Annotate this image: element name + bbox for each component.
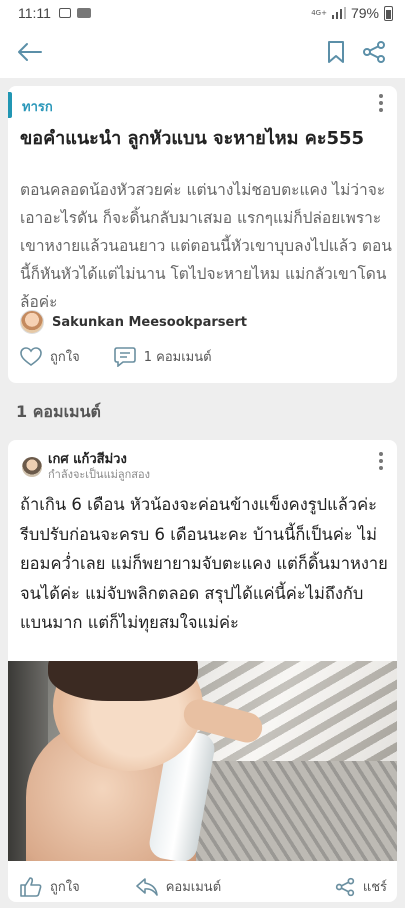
comment-more-button[interactable]: [371, 450, 391, 472]
comment-actions: ถูกใจ คอมเมนต์ แชร์: [8, 876, 397, 897]
share-icon: [335, 877, 354, 896]
bookmark-icon: [328, 41, 344, 63]
comment-like-label: ถูกใจ: [50, 880, 80, 895]
avatar: [22, 457, 42, 477]
more-dot-icon: [379, 94, 383, 98]
bookmark-button[interactable]: [319, 35, 353, 69]
network-type: 4G+: [311, 8, 327, 17]
comment-body: ถ้าเกิน 6 เดือน หัวน้องจะค่อนข้างแข็งคงร…: [20, 495, 388, 632]
comment-author-name: เกศ แก้วสีม่วง: [48, 452, 127, 467]
comment-bubble-icon: [113, 346, 136, 367]
gallery-notification-icon: [58, 8, 71, 18]
status-time: 11:11: [18, 5, 51, 21]
category-accent-bar: [8, 92, 12, 118]
comment-share-button[interactable]: แชร์: [335, 876, 387, 897]
comment-count-label: 1 คอมเมนต์: [143, 350, 212, 365]
post-title: ขอคำแนะนำ ลูกหัวแบน จะหายไหม คะ555: [20, 128, 365, 149]
comment-reply-button[interactable]: คอมเมนต์: [135, 876, 222, 897]
post-card: ทารก ขอคำแนะนำ ลูกหัวแบน จะหายไหม คะ555 …: [8, 86, 397, 383]
comment-reply-label: คอมเมนต์: [165, 880, 222, 895]
author-name: Sakunkan Meesookparsert: [52, 314, 247, 330]
post-category: ทารก: [8, 92, 397, 118]
heart-icon: [20, 346, 42, 366]
avatar: [20, 310, 44, 334]
post-more-button[interactable]: [371, 92, 391, 114]
app-notification-icon: [76, 8, 91, 18]
arrow-left-icon: [18, 43, 42, 61]
app-bar: [0, 26, 405, 78]
more-dot-icon: [379, 101, 383, 105]
comment-share-label: แชร์: [362, 880, 387, 895]
post-actions: ถูกใจ 1 คอมเมนต์: [20, 346, 246, 367]
like-label: ถูกใจ: [50, 350, 80, 365]
status-bar: 11:11 4G+ 79%: [0, 0, 405, 26]
comment-like-button[interactable]: ถูกใจ: [20, 876, 80, 897]
comment-count-button[interactable]: 1 คอมเมนต์: [113, 346, 212, 367]
comment-photo[interactable]: [8, 661, 397, 861]
battery-icon: [384, 5, 393, 21]
share-icon: [363, 41, 385, 63]
battery-level: 79%: [350, 5, 379, 21]
comment-card: เกศ แก้วสีม่วง กำลังจะเป็นแม่ลูกสอง ถ้าเ…: [8, 440, 397, 902]
back-button[interactable]: [14, 37, 44, 67]
more-dot-icon: [379, 452, 383, 456]
like-button[interactable]: ถูกใจ: [20, 346, 80, 367]
post-author[interactable]: Sakunkan Meesookparsert: [20, 310, 247, 334]
comments-header: 1 คอมเมนต์: [16, 402, 101, 421]
category-tag[interactable]: ทารก: [22, 96, 53, 117]
reply-icon: [135, 877, 158, 896]
comment-author-subtitle: กำลังจะเป็นแม่ลูกสอง: [48, 468, 150, 481]
more-dot-icon: [379, 108, 383, 112]
share-button[interactable]: [357, 35, 391, 69]
more-dot-icon: [379, 459, 383, 463]
post-body: ตอนคลอดน้องหัวสวยค่ะ แต่นางไม่ชอบตะแคง ไ…: [20, 181, 392, 311]
more-dot-icon: [379, 466, 383, 470]
comment-author[interactable]: เกศ แก้วสีม่วง กำลังจะเป็นแม่ลูกสอง: [22, 452, 150, 482]
thumbs-up-icon: [20, 876, 42, 897]
signal-icon: [331, 7, 346, 19]
